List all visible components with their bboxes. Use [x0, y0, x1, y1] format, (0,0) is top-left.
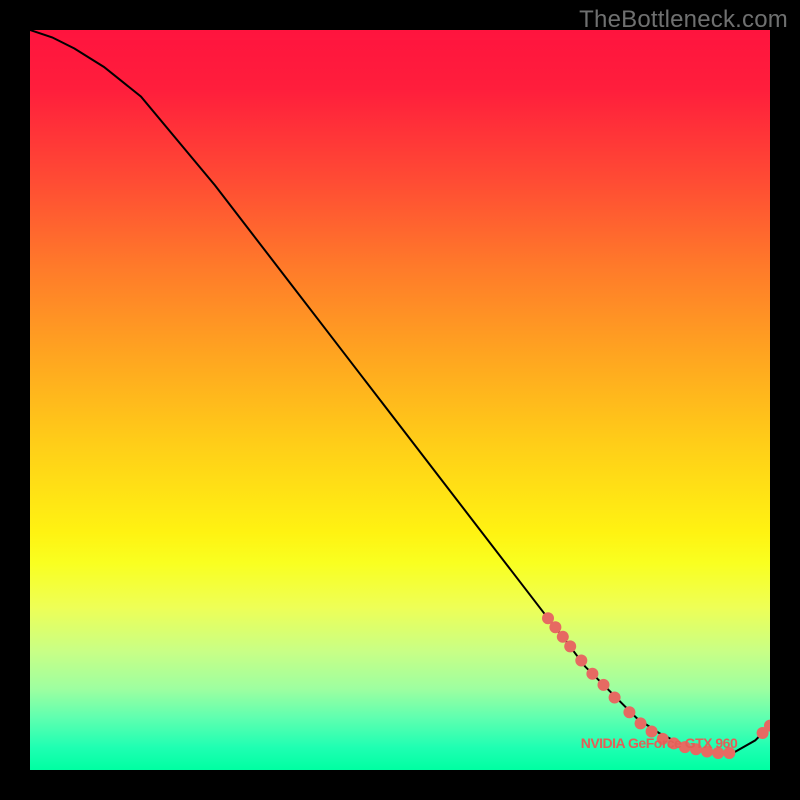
marker-layer — [542, 612, 770, 759]
data-marker — [712, 747, 724, 759]
line-series — [30, 30, 770, 753]
data-marker — [575, 655, 587, 667]
data-marker — [586, 668, 598, 680]
annotation-label: NVIDIA GeForce GTX 960 — [581, 735, 738, 751]
annotation-layer: NVIDIA GeForce GTX 960 — [581, 735, 738, 751]
data-marker — [542, 612, 554, 624]
data-marker — [646, 726, 658, 738]
data-marker — [723, 747, 735, 759]
data-marker — [635, 717, 647, 729]
data-marker — [598, 679, 610, 691]
chart-svg: NVIDIA GeForce GTX 960 — [30, 30, 770, 770]
data-marker — [657, 733, 669, 745]
plot-area: NVIDIA GeForce GTX 960 — [30, 30, 770, 770]
data-marker — [757, 727, 769, 739]
data-marker — [668, 737, 680, 749]
watermark-text: TheBottleneck.com — [579, 6, 788, 34]
data-marker — [690, 743, 702, 755]
data-marker — [557, 631, 569, 643]
data-marker — [564, 640, 576, 652]
chart-frame: NVIDIA GeForce GTX 960 TheBottleneck.com — [0, 0, 800, 800]
data-marker — [679, 741, 691, 753]
data-marker — [701, 746, 713, 758]
data-marker — [609, 692, 621, 704]
data-marker — [764, 720, 770, 732]
data-marker — [623, 706, 635, 718]
data-marker — [549, 621, 561, 633]
